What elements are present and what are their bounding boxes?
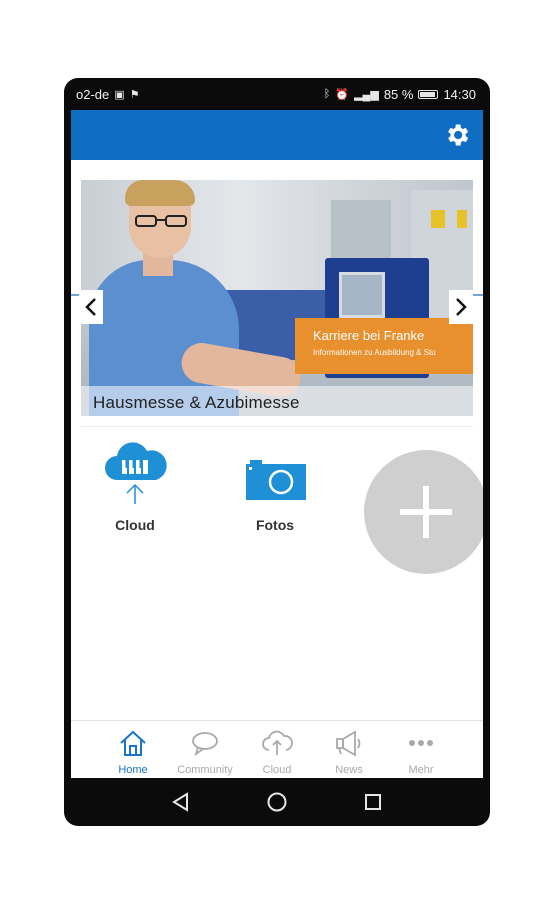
android-navigation-bar	[64, 778, 490, 826]
app-screen: Karriere bei Franke Informationen zu Aus…	[71, 110, 483, 778]
cloud-icon	[105, 442, 167, 504]
banner-overlay-card: Karriere bei Franke Informationen zu Aus…	[295, 318, 473, 374]
camera-icon	[246, 460, 306, 500]
more-icon	[409, 740, 433, 746]
section-divider	[81, 426, 473, 427]
add-button[interactable]	[364, 450, 483, 574]
tile-cloud[interactable]: Cloud	[93, 442, 177, 533]
bottom-navigation: Home Community Cloud News Mehr	[71, 720, 483, 778]
app-bar	[71, 110, 483, 160]
gear-icon	[448, 124, 469, 146]
android-recents-button[interactable]	[360, 789, 386, 815]
chevron-right-icon	[456, 298, 467, 316]
nav-cloud[interactable]: Cloud	[241, 721, 313, 778]
nav-home[interactable]: Home	[97, 721, 169, 778]
nav-cloud-label: Cloud	[262, 764, 292, 776]
android-back-button[interactable]	[168, 789, 194, 815]
banner-photo-person	[125, 180, 195, 206]
nav-more[interactable]: Mehr	[385, 721, 457, 778]
status-right: ᛒ ⏰ ▂▄▆ 85 % 14:30	[324, 87, 476, 102]
tile-cloud-label: Cloud	[115, 517, 155, 533]
battery-icon	[418, 89, 439, 99]
android-home-button[interactable]	[264, 789, 290, 815]
nav-home-label: Home	[118, 764, 148, 776]
alarm-icon: ⏰	[335, 88, 350, 101]
chat-icon	[192, 732, 218, 757]
home-icon	[120, 730, 146, 756]
banner-next-button[interactable]	[449, 290, 473, 324]
banner-caption: Hausmesse & Azubimesse	[93, 393, 300, 412]
nav-news-label: News	[335, 764, 363, 776]
tile-fotos-label: Fotos	[255, 517, 295, 533]
bluetooth-icon: ᛒ	[323, 88, 331, 100]
banner-card-title: Karriere bei Franke	[313, 328, 425, 343]
nav-news[interactable]: News	[313, 721, 385, 778]
banner-carousel[interactable]: Karriere bei Franke Informationen zu Aus…	[81, 180, 473, 416]
chevron-left-icon	[85, 298, 96, 316]
banner-photo-machine-screen	[339, 272, 385, 318]
banner-prev-button[interactable]	[79, 290, 103, 324]
status-left: o2-de ▣ ⚑	[76, 87, 140, 102]
nav-community[interactable]: Community	[169, 721, 241, 778]
settings-button[interactable]	[443, 121, 471, 149]
recents-square-icon	[365, 794, 381, 810]
phone-frame: o2-de ▣ ⚑ ᛒ ⏰ ▂▄▆ 85 % 14:30 Karriere be…	[64, 78, 490, 826]
flag-icon: ⚑	[129, 88, 140, 101]
plus-icon	[400, 486, 452, 538]
sim-icon: ▣	[114, 88, 125, 101]
signal-icon: ▂▄▆	[354, 88, 379, 101]
nav-community-label: Community	[177, 764, 233, 776]
clock: 14:30	[443, 86, 476, 102]
back-triangle-icon	[172, 792, 188, 812]
cloud-upload-icon	[262, 730, 293, 755]
banner-card-subtitle: Informationen zu Ausbildung & Stu	[313, 348, 436, 357]
carrier-label: o2-de	[76, 86, 110, 102]
megaphone-icon	[336, 730, 361, 757]
banner-photo-detail	[431, 210, 445, 228]
nav-more-label: Mehr	[408, 764, 434, 776]
banner-photo-detail	[457, 210, 467, 228]
banner-photo-glasses	[135, 215, 187, 227]
status-bar: o2-de ▣ ⚑ ᛒ ⏰ ▂▄▆ 85 % 14:30	[64, 78, 490, 110]
home-circle-icon	[267, 792, 287, 812]
battery-percent: 85 %	[383, 86, 414, 102]
tile-fotos[interactable]: Fotos	[233, 442, 317, 533]
